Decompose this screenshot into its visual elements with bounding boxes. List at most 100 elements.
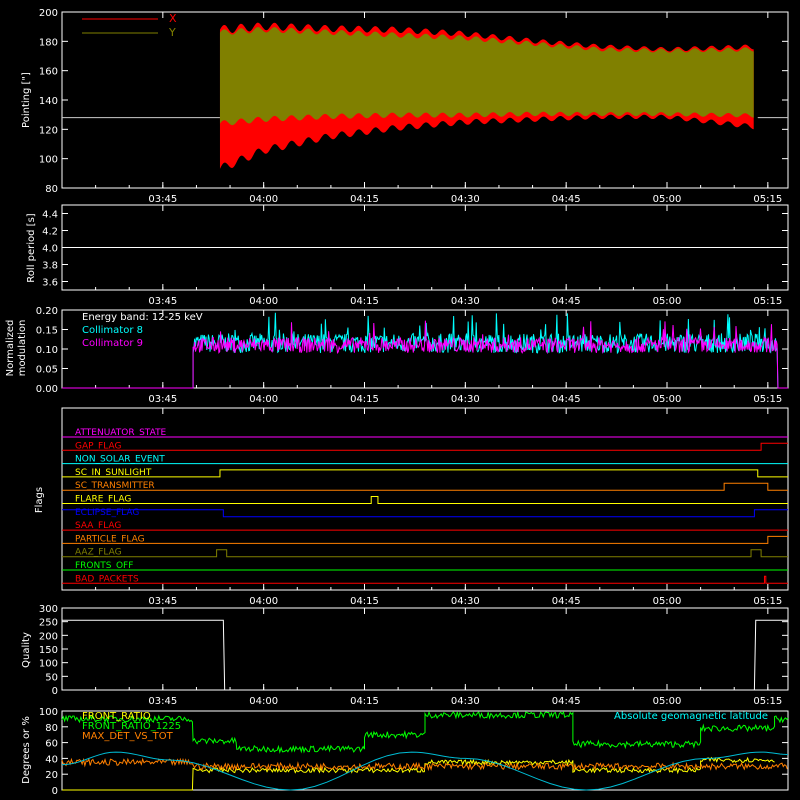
x-tick-label: 05:15 [753,596,782,607]
x-tick-label: 04:15 [350,296,379,307]
x-tick-label: 05:00 [653,394,682,405]
y-tick-label: 200 [39,8,58,19]
x-tick-label: 05:00 [653,596,682,607]
x-tick-label: 04:00 [249,596,278,607]
flags-x-ticks: 03:45 04:00 04:15 04:30 04:45 05:00 05:15 [61,408,782,607]
flags-series: ATTENUATOR_STATEGAP_FLAGNON_SOLAR_EVENTS… [62,428,788,584]
y-tick-label: 4.4 [42,210,58,221]
ratio-series-front-ratio-1225 [62,756,775,791]
x-tick-label: 04:15 [350,696,379,707]
x-tick-label: 04:45 [552,696,581,707]
y-tick-label: 150 [39,645,58,656]
geomagnetic-latitude-label: Absolute geomagnetic latitude [614,711,768,722]
y-tick-label: 0.05 [36,365,58,376]
x-tick-label: 04:00 [249,194,278,205]
y-tick-label: 4.0 [42,244,58,255]
roll-ylabel: Roll period [s] [26,213,37,282]
ratios-ylabel: Degrees or % [21,716,32,784]
pointing-panel: 80 100 120 140 160 180 200 03:45 04:00 04:15 04:3… [21,8,789,205]
y-tick-label: 100 [39,155,58,166]
flags-ylabel: Flags [34,487,45,513]
y-tick-label: 120 [39,125,58,136]
x-tick-label: 04:45 [552,394,581,405]
y-tick-label: 80 [45,184,58,195]
x-tick-label: 04:15 [350,596,379,607]
pointing-series-y-band [219,27,754,126]
roll-y-ticks: 3.6 3.8 4.0 4.2 4.4 [42,210,788,289]
y-tick-label: 0 [52,786,58,797]
x-tick-label: 04:00 [249,394,278,405]
x-tick-label: 05:00 [653,296,682,307]
y-tick-label: 250 [39,618,58,629]
x-tick-label: 04:30 [451,194,480,205]
quality-x-ticks: 03:45 04:00 04:15 04:30 04:45 05:00 05:15 [61,608,782,707]
x-tick-label: 05:15 [753,696,782,707]
flag-line [62,442,788,451]
y-tick-label: 140 [39,96,58,107]
modulation-panel: 0.00 0.05 0.10 0.15 0.20 03:45 04:00 04:15 04:3… [5,306,789,405]
flags-plot-frame [61,407,789,591]
legend-max-det-vs-tot: MAX_DET_VS_TOT [82,731,174,742]
y-tick-label: 200 [39,631,58,642]
x-tick-label: 05:15 [753,296,782,307]
x-tick-label: 03:45 [148,696,177,707]
y-tick-label: 3.6 [42,278,58,289]
y-tick-label: 3.8 [42,261,58,272]
x-tick-label: 04:30 [451,296,480,307]
y-tick-label: 100 [39,659,58,670]
legend-y-label: Y [168,26,176,39]
y-tick-label: 0 [52,686,58,697]
x-tick-label: 05:15 [753,394,782,405]
x-tick-label: 04:15 [350,194,379,205]
legend-collimator-8: Collimator 8 [82,325,143,336]
x-tick-label: 04:30 [451,394,480,405]
modulation-ylabel-line1: Normalized [5,320,16,377]
y-tick-label: 0.10 [36,345,58,356]
x-tick-label: 03:45 [148,194,177,205]
quality-line [62,619,788,691]
y-tick-label: 20 [45,770,58,781]
x-tick-label: 03:45 [148,296,177,307]
quality-ylabel: Quality [21,632,32,668]
energy-band-annotation: Energy band: 12-25 keV [82,312,203,323]
pointing-series [62,22,788,169]
flags-panel: 03:45 04:00 04:15 04:30 04:45 05:00 05:15 ATTE… [34,407,789,607]
x-tick-label: 04:30 [451,596,480,607]
y-tick-label: 50 [45,672,58,683]
y-tick-label: 40 [45,754,58,765]
legend-collimator-9: Collimator 9 [82,338,143,349]
x-tick-label: 04:30 [451,696,480,707]
geomagnetic-latitude-line [61,751,789,791]
x-tick-label: 04:00 [249,696,278,707]
modulation-series-collimator-9 [62,320,788,389]
quality-series [62,619,788,691]
y-tick-label: 180 [39,37,58,48]
x-tick-label: 03:45 [148,394,177,405]
y-tick-label: 4.2 [42,227,58,238]
modulation-x-ticks: 03:45 04:00 04:15 04:30 04:45 05:00 05:15 [61,310,782,405]
x-tick-label: 04:15 [350,394,379,405]
x-tick-label: 05:00 [653,194,682,205]
figure: 80100120140160180200 03:45 04:00 04:15 04:3… [5,8,789,797]
x-tick-label: 05:00 [653,696,682,707]
flag-line [62,469,788,478]
flag-line [62,549,788,558]
modulation-ylabel-line2: modulation [17,320,28,377]
x-tick-label: 04:45 [552,194,581,205]
y-tick-label: 160 [39,67,58,78]
y-tick-label: 0.15 [36,326,58,337]
quality-y-ticks: 0 50 100 150 200 250 300 [39,604,788,697]
quality-panel: 050100150200250300 03:45 04:00 04:15 04:30 0… [21,604,789,707]
roll-x-ticks: 03:45 04:00 04:15 04:30 04:45 05:00 05:15 [61,205,782,307]
x-tick-label: 04:45 [552,596,581,607]
flag-line [62,496,788,504]
x-tick-label: 04:45 [552,296,581,307]
y-tick-label: 100 [39,707,58,718]
y-tick-label: 0.20 [36,306,58,317]
modulation-series [62,312,788,389]
x-tick-label: 03:45 [148,596,177,607]
legend-x-label: X [169,12,177,25]
flag-line [62,535,788,544]
flag-line [62,575,788,584]
y-tick-label: 60 [45,739,58,750]
